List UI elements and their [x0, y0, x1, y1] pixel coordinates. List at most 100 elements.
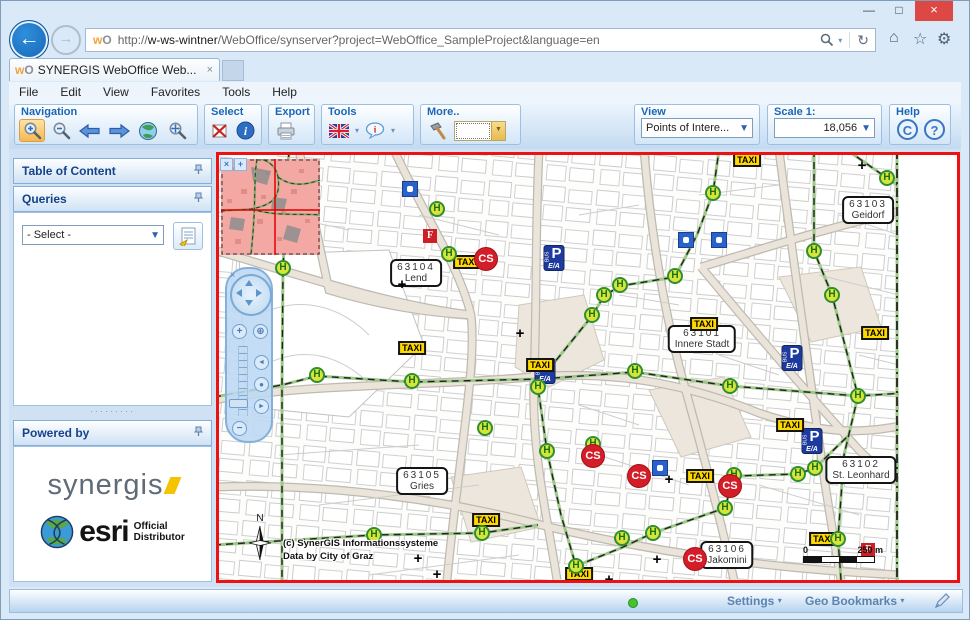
transit-stop-marker[interactable]: H	[584, 307, 600, 323]
menu-help[interactable]: Help	[272, 85, 297, 99]
taxi-stand-marker[interactable]: TAXI	[686, 469, 714, 483]
transit-stop-marker[interactable]: H	[806, 243, 822, 259]
transit-stop-marker[interactable]: H	[850, 388, 866, 404]
redlining-pencil-icon[interactable]	[934, 593, 950, 614]
zoom-out-button[interactable]	[48, 119, 74, 142]
park-and-ride-marker[interactable]: BUSPE/A	[802, 428, 823, 454]
carsharing-marker[interactable]: CS	[718, 474, 742, 498]
transit-stop-marker[interactable]: H	[474, 525, 490, 541]
help-button[interactable]: ?	[924, 119, 945, 140]
sidebar-panel-table-of-content[interactable]: Table of Content	[13, 158, 212, 184]
home-icon[interactable]: ⌂	[889, 29, 899, 47]
map-viewport[interactable]: 63104Lend63103Geidorf63101Innere Stadt63…	[216, 152, 960, 583]
scale-dropdown[interactable]: 18,056 ▼	[774, 118, 875, 138]
overview-close-icon[interactable]: ×	[220, 158, 233, 171]
taxi-stand-marker[interactable]: TAXI	[733, 155, 761, 167]
carsharing-marker[interactable]: CS	[581, 444, 605, 468]
transit-stop-marker[interactable]: H	[568, 558, 584, 574]
zoom-extent-button[interactable]	[164, 119, 190, 142]
favorites-icon[interactable]: ☆	[913, 29, 927, 49]
gear-icon[interactable]: ⚙	[937, 29, 951, 49]
chevron-down-icon[interactable]: ▼	[861, 123, 874, 134]
transit-stop-marker[interactable]: H	[667, 268, 683, 284]
parking-garage-marker[interactable]	[678, 232, 694, 248]
back-button[interactable]: ←	[9, 20, 49, 60]
sidebar-splitter[interactable]: ·········	[13, 406, 212, 419]
sidebar-panel-powered-by[interactable]: Powered by	[13, 420, 212, 446]
minimize-button[interactable]: —	[855, 1, 883, 21]
carsharing-marker[interactable]: CS	[474, 247, 498, 271]
transit-stop-marker[interactable]: H	[790, 466, 806, 482]
step-right-control[interactable]: ►	[254, 399, 269, 414]
query-select-dropdown[interactable]: - Select - ▼	[22, 225, 164, 245]
tools-hammer-button[interactable]	[425, 119, 451, 142]
zoom-in-button[interactable]	[19, 119, 45, 142]
transit-stop-marker[interactable]: H	[612, 277, 628, 293]
copyright-button[interactable]: C	[897, 119, 918, 140]
transit-stop-marker[interactable]: H	[722, 378, 738, 394]
overview-move-icon[interactable]: +	[234, 158, 247, 171]
redlining-tooltip-button[interactable]: i	[362, 119, 388, 142]
chevron-down-icon[interactable]: ▼	[739, 123, 752, 134]
tooltip-caret-icon[interactable]: ▾	[391, 126, 395, 135]
taxi-stand-marker[interactable]: TAXI	[398, 341, 426, 355]
search-icon[interactable]	[820, 33, 834, 47]
url-text[interactable]: http://w-ws-wintner/WebOffice/synserver?…	[118, 33, 821, 47]
pin-icon[interactable]	[194, 164, 203, 178]
transit-stop-marker[interactable]: H	[275, 260, 291, 276]
transit-stop-marker[interactable]: H	[717, 500, 733, 516]
transit-stop-marker[interactable]: H	[645, 525, 661, 541]
transit-stop-marker[interactable]: H	[539, 443, 555, 459]
menu-favorites[interactable]: Favorites	[151, 85, 200, 99]
step-left-control[interactable]: ◄	[254, 355, 269, 370]
transit-stop-marker[interactable]: H	[596, 287, 612, 303]
transit-stop-marker[interactable]: H	[627, 363, 643, 379]
map-canvas[interactable]: 63104Lend63103Geidorf63101Innere Stadt63…	[219, 155, 957, 580]
menu-file[interactable]: File	[19, 85, 38, 99]
parking-garage-marker[interactable]	[402, 181, 418, 197]
transit-stop-marker[interactable]: H	[429, 201, 445, 217]
transit-stop-marker[interactable]: H	[614, 530, 630, 546]
taxi-stand-marker[interactable]: TAXI	[690, 317, 718, 331]
refresh-icon[interactable]: ↻	[857, 32, 869, 49]
identify-info-button[interactable]: i	[235, 119, 258, 142]
forward-button[interactable]: →	[51, 25, 81, 55]
transit-stop-marker[interactable]: H	[309, 367, 325, 383]
menu-view[interactable]: View	[103, 85, 129, 99]
zoom-in-control[interactable]: +	[232, 324, 247, 339]
tab-close-icon[interactable]: ×	[207, 64, 213, 76]
previous-extent-button[interactable]	[77, 119, 103, 142]
transit-stop-marker[interactable]: H	[879, 170, 895, 186]
print-button[interactable]	[273, 119, 299, 142]
center-control[interactable]: ●	[254, 377, 269, 392]
transit-stop-marker[interactable]: H	[477, 420, 493, 436]
geo-bookmarks-menu[interactable]: Geo Bookmarks ▾	[805, 594, 904, 608]
pin-icon[interactable]	[194, 426, 203, 440]
search-options-caret-icon[interactable]: ▾	[838, 36, 842, 45]
transit-stop-marker[interactable]: H	[404, 373, 420, 389]
zoom-slider-handle[interactable]	[229, 399, 248, 408]
query-form-button[interactable]	[173, 222, 203, 250]
next-extent-button[interactable]	[106, 119, 132, 142]
full-extent-globe-button[interactable]	[135, 119, 161, 142]
close-button[interactable]: ×	[915, 1, 953, 21]
maximize-button[interactable]: □	[885, 1, 913, 21]
map-navigation-widget[interactable]: × + ⊕ ◄ ● ► −	[225, 267, 273, 443]
transit-stop-marker[interactable]: H	[824, 287, 840, 303]
chevron-down-icon[interactable]: ▼	[150, 230, 163, 241]
pin-icon[interactable]	[194, 192, 203, 206]
full-extent-control[interactable]: ⊕	[253, 324, 268, 339]
combobox-dropdown-button[interactable]: ▼	[491, 122, 505, 140]
pan-control[interactable]	[230, 274, 272, 316]
zoom-out-control[interactable]: −	[232, 421, 247, 436]
parking-garage-marker[interactable]	[711, 232, 727, 248]
address-bar[interactable]: wO http://w-ws-wintner/WebOffice/synserv…	[85, 28, 876, 52]
transit-stop-marker[interactable]: H	[530, 379, 546, 395]
transit-stop-marker[interactable]: H	[441, 246, 457, 262]
transit-stop-marker[interactable]: H	[705, 185, 721, 201]
browser-tab[interactable]: wO SYNERGIS WebOffice Web... ×	[9, 58, 220, 81]
fire-station-marker[interactable]: F	[423, 229, 437, 243]
parking-garage-marker[interactable]	[652, 460, 668, 476]
menu-edit[interactable]: Edit	[60, 85, 81, 99]
taxi-stand-marker[interactable]: TAXI	[861, 326, 889, 340]
